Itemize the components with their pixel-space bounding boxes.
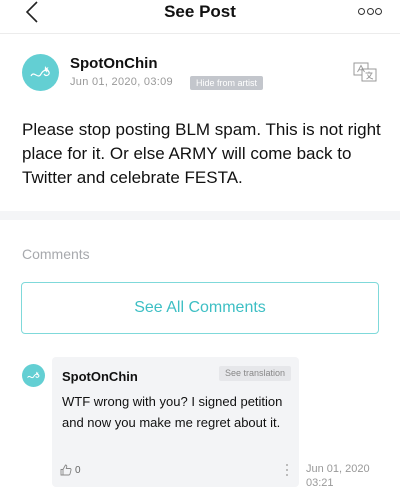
page-title: See Post	[164, 2, 236, 21]
comment-author-name[interactable]: SpotOnChin	[62, 369, 138, 384]
header-divider	[0, 33, 400, 34]
comment-card: SpotOnChin See translation WTF wrong wit…	[52, 357, 299, 487]
post-timestamp: Jun 01, 2020, 03:09	[70, 76, 173, 88]
more-options-button[interactable]	[358, 4, 382, 18]
thumbs-up-icon	[60, 464, 72, 476]
avatar[interactable]	[22, 54, 59, 91]
comment-text: WTF wrong with you? I signed petition an…	[62, 394, 283, 430]
see-translation-button[interactable]: See translation	[218, 366, 291, 381]
comment-date: Jun 01, 2020	[306, 463, 370, 475]
hide-from-artist-button[interactable]: Hide from artist	[190, 76, 264, 90]
avatar-doodle-icon	[30, 66, 50, 77]
comment-timestamp: Jun 01, 2020 03:21	[306, 462, 386, 490]
see-all-comments-button[interactable]: See All Comments	[21, 282, 379, 334]
like-count: 0	[75, 464, 81, 476]
comment-time: 03:21	[306, 477, 334, 489]
post-body-text: Please stop posting BLM spam. This is no…	[22, 120, 381, 187]
comments-section-label: Comments	[22, 246, 90, 262]
translate-icon[interactable]	[353, 62, 377, 82]
post-author-name[interactable]: SpotOnChin	[70, 55, 157, 72]
avatar-doodle-icon	[27, 371, 40, 379]
section-divider	[0, 211, 400, 220]
comment-menu-icon[interactable]	[285, 464, 289, 476]
more-options-icon	[358, 7, 365, 15]
comment-avatar[interactable]	[22, 364, 45, 387]
like-button[interactable]: 0	[60, 464, 81, 476]
top-bar: See Post	[0, 0, 400, 26]
